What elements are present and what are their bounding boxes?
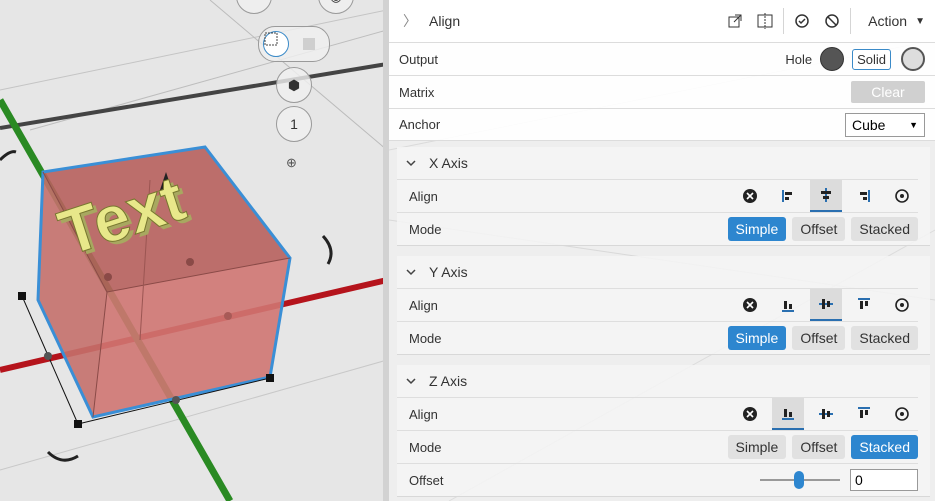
anchor-label: Anchor — [399, 117, 441, 132]
x-align-center-button[interactable] — [810, 180, 842, 212]
x-axis-section: X Axis Align Mode Simple Offset Stacked — [397, 147, 930, 246]
action-menu-button[interactable]: Action — [868, 13, 907, 29]
toolbar-separator — [850, 8, 852, 34]
matrix-label: Matrix — [399, 84, 435, 100]
y-mode-row: Mode Simple Offset Stacked — [397, 321, 918, 354]
mirror-icon[interactable] — [750, 6, 780, 36]
z-align-origin-button[interactable] — [886, 398, 918, 430]
chevron-down-icon — [406, 160, 416, 167]
perspective-button[interactable]: ⬢ — [276, 67, 312, 103]
z-axis-header[interactable]: Z Axis — [397, 365, 930, 397]
align-bottom-icon — [782, 301, 794, 312]
z-offset-input[interactable] — [850, 469, 918, 491]
external-link-icon[interactable] — [720, 6, 750, 36]
y-mode-simple-button[interactable]: Simple — [727, 326, 787, 350]
x-mode-simple-button[interactable]: Simple — [727, 217, 787, 241]
slider-thumb[interactable] — [794, 471, 804, 489]
y-align-min-button[interactable] — [772, 289, 804, 321]
toolbar-separator — [783, 8, 785, 34]
properties-panel: 〉 Align Action ▼ Output Hole Solid Matri… — [389, 0, 935, 501]
chevron-down-icon — [406, 378, 416, 385]
x-align-origin-button[interactable] — [886, 180, 918, 212]
x-axis-header[interactable]: X Axis — [397, 147, 930, 179]
target-icon — [895, 298, 909, 312]
hole-label: Hole — [785, 51, 813, 67]
y-mode-stacked-button[interactable]: Stacked — [851, 326, 918, 350]
y-align-center-button[interactable] — [810, 289, 842, 321]
align-right-icon — [860, 190, 870, 202]
z-align-min-button[interactable] — [772, 398, 804, 430]
caret-down-icon: ▼ — [909, 119, 918, 130]
z-align-max-button[interactable] — [848, 398, 880, 430]
view-count-button[interactable]: 1 — [276, 106, 312, 142]
z-mode-stacked-button[interactable]: Stacked — [851, 435, 918, 459]
y-align-origin-button[interactable] — [886, 289, 918, 321]
x-align-min-button[interactable] — [772, 180, 804, 212]
z-mode-simple-button[interactable]: Simple — [727, 435, 787, 459]
z-axis-section: Z Axis Align Mode Simple Offset Stacked … — [397, 365, 930, 497]
globe-icon[interactable]: ⊕ — [286, 155, 297, 171]
align-bottom-icon — [782, 409, 794, 420]
align-top-icon — [858, 407, 870, 418]
align-left-icon — [782, 190, 792, 202]
close-circle-icon — [743, 189, 757, 203]
close-circle-icon — [743, 407, 757, 421]
solid-view-icon[interactable] — [303, 38, 315, 50]
solid-button[interactable]: Solid — [852, 48, 891, 70]
matrix-row: Matrix Clear — [389, 76, 935, 109]
y-align-max-button[interactable] — [848, 289, 880, 321]
z-align-none-button[interactable] — [734, 398, 766, 430]
hole-button[interactable] — [820, 47, 845, 71]
grid-icon[interactable] — [263, 31, 289, 57]
y-axis-header[interactable]: Y Axis — [397, 256, 930, 288]
chevron-down-icon — [406, 269, 416, 276]
cancel-circle-icon[interactable] — [817, 6, 847, 36]
x-align-none-button[interactable] — [734, 180, 766, 212]
clear-matrix-button[interactable]: Clear — [851, 81, 925, 103]
x-mode-stacked-button[interactable]: Stacked — [851, 217, 918, 241]
anchor-select[interactable]: Cube ▼ — [845, 112, 925, 137]
z-offset-row: Offset — [397, 463, 918, 496]
y-mode-offset-button[interactable]: Offset — [792, 326, 846, 350]
viewport-3d[interactable]: Text Text ⌗ ◉ ⬢ 1 ⊕ — [0, 0, 387, 501]
output-label: Output — [399, 51, 439, 67]
panel-title: Align — [429, 13, 461, 29]
x-align-row: Align — [397, 179, 918, 212]
anchor-row: Anchor Cube ▼ — [389, 109, 935, 141]
z-align-center-button[interactable] — [810, 398, 842, 430]
caret-down-icon[interactable]: ▼ — [915, 16, 925, 27]
chevron-right-icon[interactable]: 〉 — [403, 11, 417, 31]
y-align-none-button[interactable] — [734, 289, 766, 321]
x-mode-offset-button[interactable]: Offset — [792, 217, 846, 241]
close-circle-icon — [743, 298, 757, 312]
x-mode-row: Mode Simple Offset Stacked — [397, 212, 918, 245]
y-axis-section: Y Axis Align Mode Simple Offset Stacked — [397, 256, 930, 355]
z-mode-offset-button[interactable]: Offset — [792, 435, 846, 459]
check-circle-icon[interactable] — [787, 6, 817, 36]
align-center-icon — [821, 188, 831, 202]
panel-header: 〉 Align Action ▼ — [389, 0, 935, 43]
x-align-max-button[interactable] — [848, 180, 880, 212]
target-icon — [895, 407, 909, 421]
y-align-row: Align — [397, 288, 918, 321]
output-row: Output Hole Solid — [389, 43, 935, 76]
z-mode-row: Mode Simple Offset Stacked — [397, 430, 918, 463]
target-icon — [895, 189, 909, 203]
align-middle-icon — [819, 409, 833, 419]
z-align-row: Align — [397, 397, 918, 430]
solid-color-swatch[interactable] — [901, 47, 925, 71]
z-offset-slider[interactable] — [760, 470, 840, 490]
grid-toggle-group — [258, 26, 330, 62]
align-middle-icon — [819, 299, 833, 309]
align-top-icon — [858, 298, 870, 309]
